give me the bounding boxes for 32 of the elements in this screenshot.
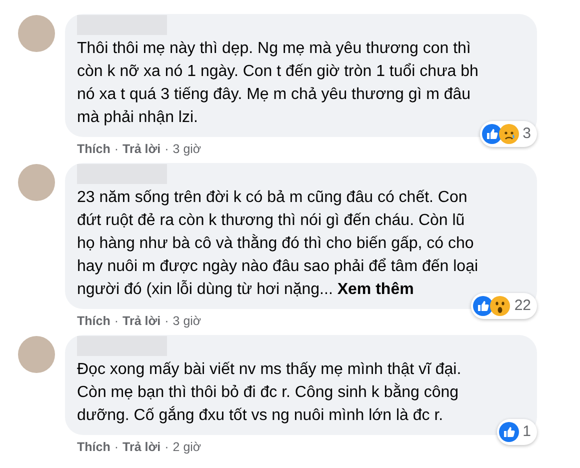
reaction-summary[interactable]: 3	[480, 120, 537, 147]
timestamp-link[interactable]: 3 giờ	[172, 141, 202, 157]
avatar-placeholder[interactable]	[18, 164, 55, 201]
reply-link[interactable]: Trả lời	[122, 141, 161, 157]
separator-dot: ·	[114, 141, 119, 157]
reaction-count: 3	[522, 124, 531, 144]
reaction-summary[interactable]: 1	[496, 418, 537, 445]
comment-text: Thôi thôi mẹ này thì dẹp. Ng mẹ mà yêu thương con thì còn k nỡ xa nó 1 ngày. Con t đến giờ tròn 1 tuổi chưa bh nó xa t quá 3 tiếng đây. Mẹ m chả yêu thương gì m đâu mà phải nhận lzi.	[77, 39, 478, 128]
reply-link[interactable]: Trả lời	[122, 439, 161, 455]
reaction-count: 1	[522, 422, 531, 442]
avatar-placeholder[interactable]	[18, 15, 55, 52]
like-link[interactable]: Thích	[77, 439, 110, 455]
avatar-placeholder[interactable]	[18, 336, 55, 373]
like-reaction-icon	[482, 124, 502, 144]
separator-dot: ·	[164, 313, 169, 329]
timestamp-link[interactable]: 3 giờ	[172, 313, 202, 329]
see-more-link[interactable]: Xem thêm	[337, 281, 414, 298]
like-link[interactable]: Thích	[77, 313, 110, 329]
sad-face-icon	[498, 124, 519, 144]
separator-dot: ·	[114, 313, 119, 329]
reaction-summary[interactable]: 22	[471, 292, 537, 319]
timestamp-link[interactable]: 2 giờ	[172, 439, 202, 455]
like-reaction-icon	[498, 422, 519, 442]
separator-dot: ·	[114, 439, 119, 455]
comment-text: Đọc xong mấy bài viết nv ms thấy mẹ mình thật vĩ đại. Còn mẹ bạn thì thôi bỏ đi đc r. Công sinh k bằng công dưỡng. Cố gắng đxu tốt vs ng nuôi mình lớn là đc r.	[77, 360, 462, 426]
like-link[interactable]: Thích	[77, 141, 110, 157]
reply-link[interactable]: Trả lời	[122, 313, 161, 329]
surprised-face-icon	[490, 296, 510, 316]
like-reaction-icon	[473, 296, 494, 316]
separator-dot: ·	[164, 439, 169, 455]
reaction-count: 22	[514, 296, 531, 316]
separator-dot: ·	[164, 141, 169, 157]
